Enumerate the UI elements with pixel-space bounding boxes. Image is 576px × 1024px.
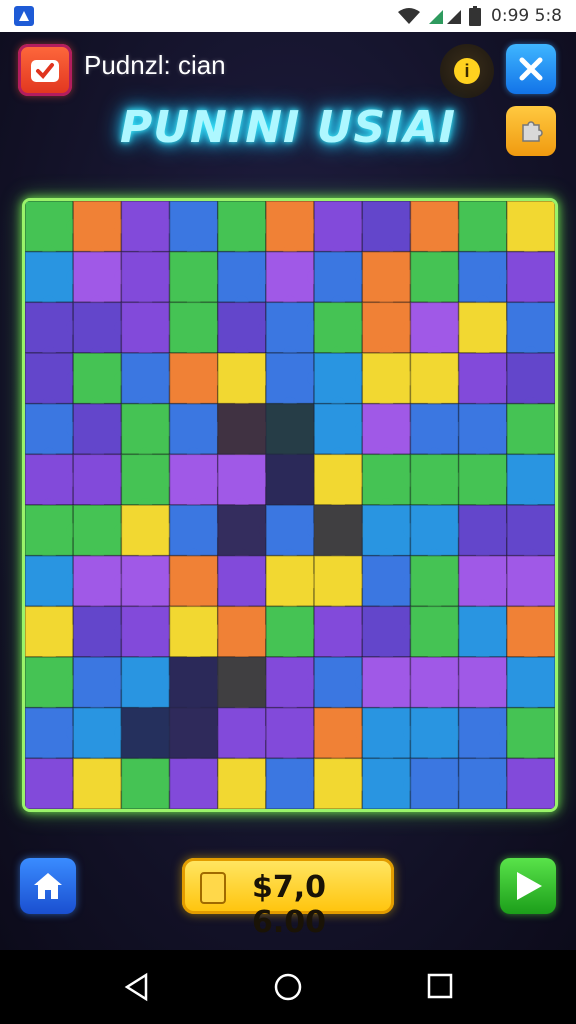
home-icon bbox=[34, 873, 62, 899]
back-icon[interactable] bbox=[122, 972, 152, 1002]
level-title: PUNINI USIAI bbox=[120, 102, 456, 153]
status-time: 0:99 5:8 bbox=[491, 6, 562, 26]
status-bar: 0:99 5:8 bbox=[0, 0, 576, 32]
hint-button[interactable]: i bbox=[440, 44, 494, 98]
close-button[interactable] bbox=[506, 44, 556, 94]
hint-icon: i bbox=[454, 58, 480, 84]
close-icon bbox=[519, 57, 543, 81]
app-notification-icon bbox=[14, 6, 34, 26]
recents-icon[interactable] bbox=[426, 972, 454, 1000]
puzzle-board-grid[interactable] bbox=[25, 201, 555, 809]
game-screen: Pudnzl: cian i PUNINI USIAI $7,0 6.00 bbox=[0, 32, 576, 950]
puzzle-board[interactable] bbox=[22, 198, 558, 812]
signal-icon bbox=[429, 10, 462, 24]
play-button[interactable] bbox=[500, 858, 556, 914]
play-icon bbox=[517, 872, 542, 900]
status-right-group: 0:99 5:8 bbox=[397, 4, 562, 28]
board-gloss bbox=[25, 201, 555, 809]
battery-icon bbox=[469, 6, 482, 26]
app-title: Pudnzl: cian bbox=[84, 50, 226, 80]
home-nav-icon[interactable] bbox=[273, 972, 303, 1002]
wifi-icon bbox=[398, 8, 421, 24]
app-logo-icon[interactable] bbox=[18, 44, 72, 96]
coins-amount: $7,0 6.00 bbox=[252, 870, 327, 940]
home-button[interactable] bbox=[20, 858, 76, 914]
coins-display: $7,0 6.00 bbox=[182, 858, 394, 940]
coin-icon bbox=[200, 872, 226, 904]
system-nav-bar bbox=[0, 950, 576, 1024]
